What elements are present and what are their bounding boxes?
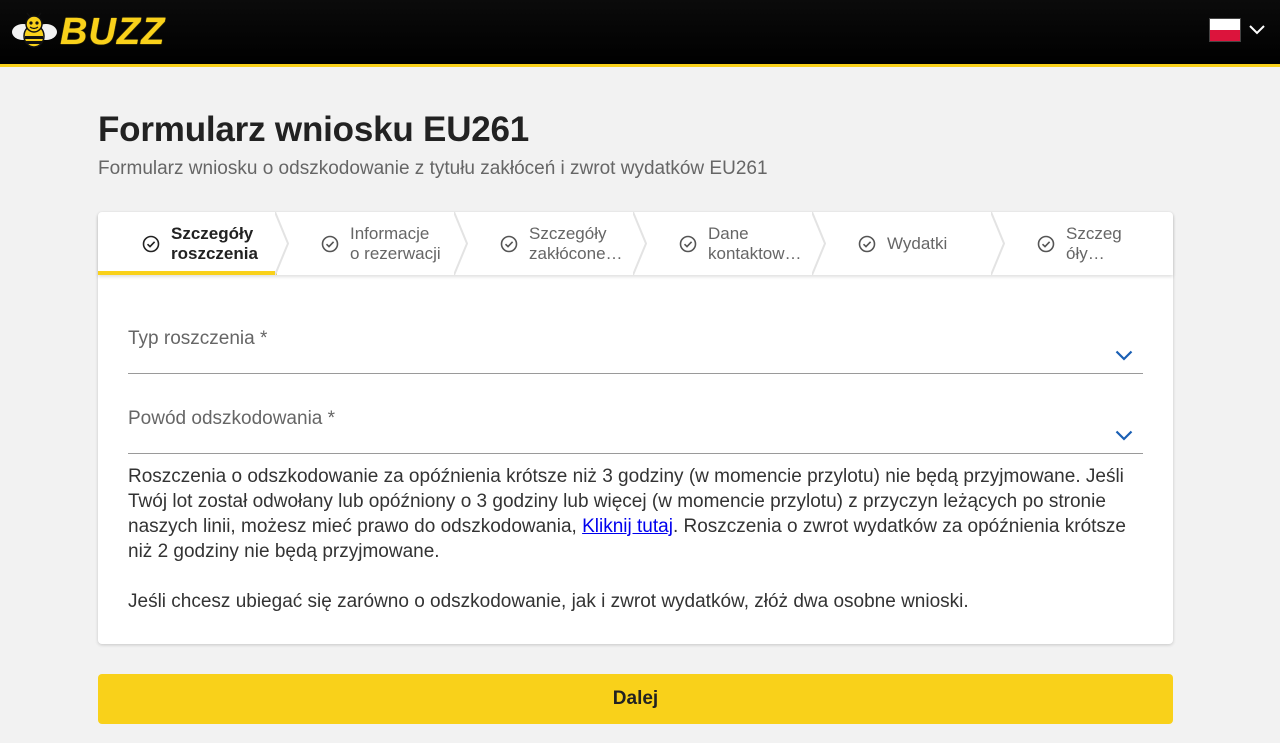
page-subtitle: Formularz wniosku o odszkodowanie z tytu… [98,158,768,179]
bee-icon [12,12,57,48]
check-circle-icon [321,235,339,253]
check-circle-icon [500,235,518,253]
step-label: Szczegóły roszczenia [171,223,258,263]
language-selector[interactable] [1209,18,1265,42]
compensation-reason-select[interactable]: Powód odszkodowania * [128,402,1143,454]
step-label: Szczegóły zakłócone… [529,223,623,263]
step-label: Szczeg óły… [1066,223,1122,263]
step-booking-info[interactable]: Informacje o rezerwacji [277,212,468,275]
check-circle-icon [1037,235,1055,253]
stepper: Szczegóły roszczenia Informacje o rezerw… [98,212,1173,275]
top-bar: BUZZ [0,0,1280,67]
step-separator [633,212,647,275]
compensation-reason-label: Powód odszkodowania * [128,408,336,429]
chevron-down-icon [1115,430,1133,441]
info-paragraph-two: Jeśli chcesz ubiegać się zarówno o odszk… [128,591,969,612]
step-claim-details[interactable]: Szczegóły roszczenia [98,212,289,275]
claim-form-card: Szczegóły roszczenia Informacje o rezerw… [98,212,1173,644]
info-paragraph: Roszczenia o odszkodowanie za opóźnienia… [128,464,1148,564]
chevron-down-icon [1115,350,1133,361]
step-separator [454,212,468,275]
step-separator [812,212,826,275]
check-circle-icon [679,235,697,253]
step-label: Wydatki [887,233,948,253]
check-circle-icon [858,235,876,253]
step-contact-details[interactable]: Dane kontaktow… [635,212,826,275]
claim-type-select[interactable]: Typ roszczenia * [128,322,1143,374]
step-expenses[interactable]: Wydatki [814,212,1005,275]
chevron-down-icon [1249,25,1265,35]
click-here-link[interactable]: Kliknij tutaj [582,516,673,537]
step-disruption-details[interactable]: Szczegóły zakłócone… [456,212,647,275]
check-circle-icon [142,235,160,253]
logo-text: BUZZ [60,11,166,53]
page-title: Formularz wniosku EU261 [98,110,530,149]
step-separator [991,212,1005,275]
claim-type-label: Typ roszczenia * [128,328,268,349]
info-text: Roszczenia o odszkodowanie za opóźnienia… [128,464,1148,614]
step-separator [275,212,289,275]
step-label: Informacje o rezerwacji [350,223,441,263]
next-button[interactable]: Dalej [98,674,1173,724]
step-label: Dane kontaktow… [708,223,802,263]
poland-flag-icon [1209,18,1241,42]
step-summary[interactable]: Szczeg óły… [993,212,1172,275]
buzz-logo[interactable]: BUZZ [10,10,165,54]
